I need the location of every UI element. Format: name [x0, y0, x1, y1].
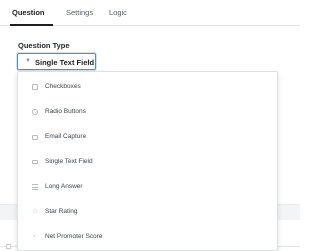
- tab-settings[interactable]: Settings: [66, 8, 93, 17]
- option-label: Checkboxes: [45, 83, 81, 90]
- envelope-icon: [32, 135, 38, 140]
- option-radio-buttons[interactable]: Radio Buttons: [18, 102, 277, 122]
- text-field-icon: [32, 160, 38, 164]
- star-icon: ☆: [32, 208, 39, 215]
- tab-logic[interactable]: Logic: [109, 8, 127, 17]
- question-type-label: Question Type: [18, 41, 70, 50]
- checkbox-icon: [32, 84, 38, 90]
- active-tab-indicator: [10, 24, 53, 26]
- question-type-select[interactable]: ▼ Single Text Field: [17, 53, 96, 70]
- option-checkboxes[interactable]: Checkboxes: [18, 77, 277, 97]
- option-email-capture[interactable]: Email Capture: [18, 127, 277, 147]
- option-net-promoter-score[interactable]: ◔ Net Promoter Score: [18, 227, 277, 247]
- question-type-dropdown: Checkboxes Radio Buttons Email Capture S…: [17, 71, 278, 251]
- paragraph-icon: [32, 184, 38, 190]
- tab-bar: Question Settings Logic: [0, 0, 300, 26]
- option-label: Net Promoter Score: [45, 233, 103, 240]
- option-label: Long Answer: [45, 183, 83, 190]
- option-label: Star Rating: [45, 208, 78, 215]
- radio-icon: [32, 109, 38, 115]
- option-label: Single Text Field: [45, 158, 93, 165]
- option-star-rating[interactable]: ☆ Star Rating: [18, 202, 277, 222]
- question-type-selected-value: Single Text Field: [35, 58, 95, 67]
- option-label: Email Capture: [45, 133, 87, 140]
- tab-question[interactable]: Question: [12, 8, 45, 17]
- background-checkbox[interactable]: [6, 244, 11, 249]
- option-long-answer[interactable]: Long Answer: [18, 177, 277, 197]
- chevron-down-icon: ▼: [25, 58, 31, 64]
- option-single-text-field[interactable]: Single Text Field: [18, 152, 277, 172]
- gauge-icon: ◔: [32, 234, 36, 240]
- option-label: Radio Buttons: [45, 108, 86, 115]
